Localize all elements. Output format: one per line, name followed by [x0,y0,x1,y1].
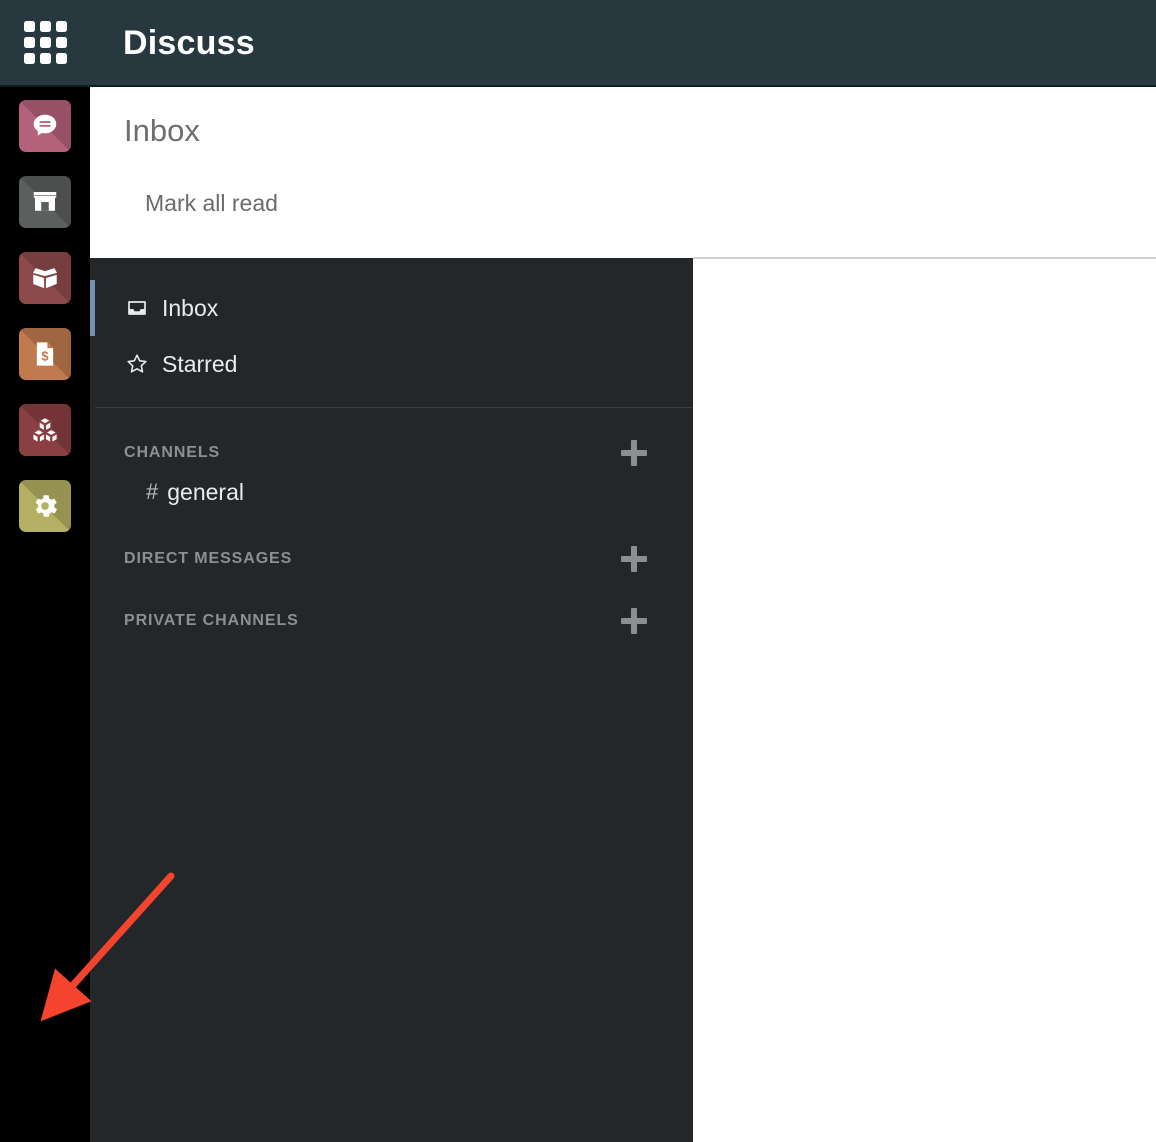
app-switcher-bar: $ [0,87,90,1142]
app-icon-discuss[interactable] [19,100,71,152]
app-icon-settings[interactable] [19,480,71,532]
sidebar-item-starred[interactable]: Starred [90,336,693,392]
section-header-channels[interactable]: CHANNELS [90,436,693,470]
page-title: Discuss [123,23,255,62]
sidebar-divider [95,407,693,408]
discuss-app-window: Discuss $ Inbox Mark all read Inbox Star… [0,0,1156,1142]
section-channels: CHANNELS # general [90,436,693,514]
mark-all-read-button[interactable]: Mark all read [145,192,278,215]
section-private-channels: PRIVATE CHANNELS [90,604,693,638]
sidebar-item-inbox[interactable]: Inbox [90,280,693,336]
sidebar-item-label: Starred [162,350,238,377]
top-header-bar: Discuss [0,0,1156,87]
add-channel-button[interactable] [621,440,647,466]
section-header-direct-messages[interactable]: DIRECT MESSAGES [90,542,693,576]
sidebar-item-label: Inbox [162,294,219,321]
star-outline-icon [124,352,150,376]
add-direct-message-button[interactable] [621,546,647,572]
section-direct-messages: DIRECT MESSAGES [90,542,693,576]
sidebar-nav-list: Inbox Starred [90,258,693,392]
grid-apps-icon [23,21,67,64]
hash-icon: # [146,479,159,504]
active-accent-bar [90,336,95,392]
channel-sidebar: Inbox Starred CHANNELS # general DIRECT … [90,258,693,1142]
apps-menu-button[interactable] [0,0,90,86]
inbox-tray-icon [124,296,150,320]
app-icon-manufacturing[interactable] [19,404,71,456]
section-title: CHANNELS [124,444,221,461]
main-content-area: Inbox Mark all read Inbox Starred CHANNE… [90,87,1156,1142]
inbox-header: Inbox Mark all read [90,87,1156,258]
section-header-private-channels[interactable]: PRIVATE CHANNELS [90,604,693,638]
app-icon-point-of-sale[interactable] [19,176,71,228]
svg-text:$: $ [41,348,48,363]
add-private-channel-button[interactable] [621,608,647,634]
channel-name: general [167,478,244,505]
app-icon-inventory[interactable] [19,252,71,304]
inbox-title: Inbox [124,113,200,148]
section-title: DIRECT MESSAGES [124,550,293,567]
app-icon-invoicing[interactable]: $ [19,328,71,380]
header-divider [693,257,1156,259]
channel-item-general[interactable]: # general [90,470,693,514]
section-title: PRIVATE CHANNELS [124,612,299,629]
active-accent-bar [90,280,95,336]
